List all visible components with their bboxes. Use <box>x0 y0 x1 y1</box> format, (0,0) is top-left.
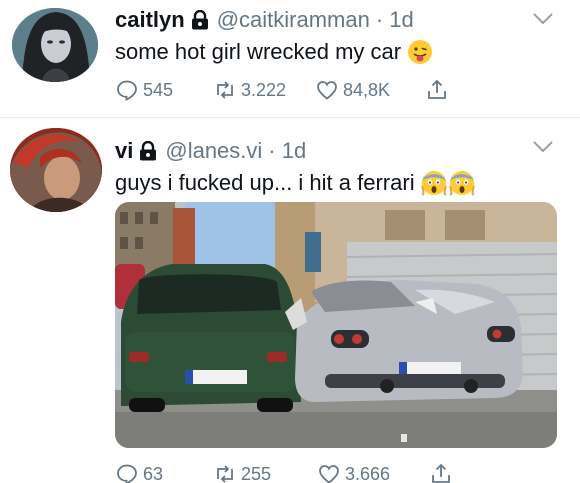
avatar[interactable] <box>12 8 98 82</box>
reply-count: 545 <box>143 79 174 100</box>
tweet-header: caitlyn @caitkiramman · 1d <box>115 7 414 33</box>
tweet-media-photo[interactable] <box>115 202 557 448</box>
tweet-text-content: guys i fucked up... i hit a ferrari <box>115 170 415 195</box>
chevron-down-icon[interactable] <box>532 140 554 154</box>
retweet-count: 255 <box>241 463 272 483</box>
tweet-actions: 63 255 3.666 <box>115 462 457 483</box>
chevron-down-icon[interactable] <box>532 12 554 26</box>
retweet-icon <box>217 465 233 483</box>
like-count: 84,8K <box>343 79 391 100</box>
reply-button[interactable]: 545 <box>115 78 213 102</box>
face-screaming-in-fear-icon <box>420 171 447 196</box>
timestamp[interactable]: · 1d <box>376 7 414 33</box>
tweet-header: vi @lanes.vi · 1d <box>115 138 306 164</box>
like-count: 3.666 <box>345 463 391 483</box>
share-button[interactable] <box>425 78 453 102</box>
tweet[interactable]: vi @lanes.vi · 1d guys i fucked up... i … <box>0 118 580 483</box>
reply-icon <box>117 80 137 101</box>
lock-icon <box>191 10 208 30</box>
lock-icon <box>140 141 157 161</box>
retweet-button[interactable]: 255 <box>213 462 317 483</box>
display-name[interactable]: caitlyn <box>115 7 185 33</box>
share-icon <box>432 463 450 483</box>
tweet-text: some hot girl wrecked my car <box>115 38 433 66</box>
like-icon <box>317 81 337 100</box>
timestamp[interactable]: · 1d <box>268 138 306 164</box>
retweet-button[interactable]: 3.222 <box>213 78 315 102</box>
tweet-text: guys i fucked up... i hit a ferrari <box>115 169 475 197</box>
display-name[interactable]: vi <box>115 138 133 164</box>
share-icon <box>428 79 446 99</box>
reply-button[interactable]: 63 <box>115 462 213 483</box>
tweet-text-content: some hot girl wrecked my car <box>115 39 402 64</box>
like-button[interactable]: 84,8K <box>315 78 425 102</box>
handle[interactable]: @caitkiramman <box>217 7 370 33</box>
face-with-tongue-icon <box>408 40 433 64</box>
like-icon <box>319 465 339 483</box>
retweet-count: 3.222 <box>241 79 287 100</box>
retweet-icon <box>217 81 233 99</box>
like-button[interactable]: 3.666 <box>317 462 429 483</box>
avatar[interactable] <box>10 128 102 212</box>
handle[interactable]: @lanes.vi <box>165 138 262 164</box>
reply-icon <box>117 464 137 483</box>
reply-count: 63 <box>143 463 164 483</box>
tweet[interactable]: caitlyn @caitkiramman · 1d some hot girl… <box>0 0 580 117</box>
face-screaming-in-fear-icon <box>448 171 475 196</box>
tweet-actions: 545 3.222 84,8K <box>115 78 453 102</box>
share-button[interactable] <box>429 462 457 483</box>
